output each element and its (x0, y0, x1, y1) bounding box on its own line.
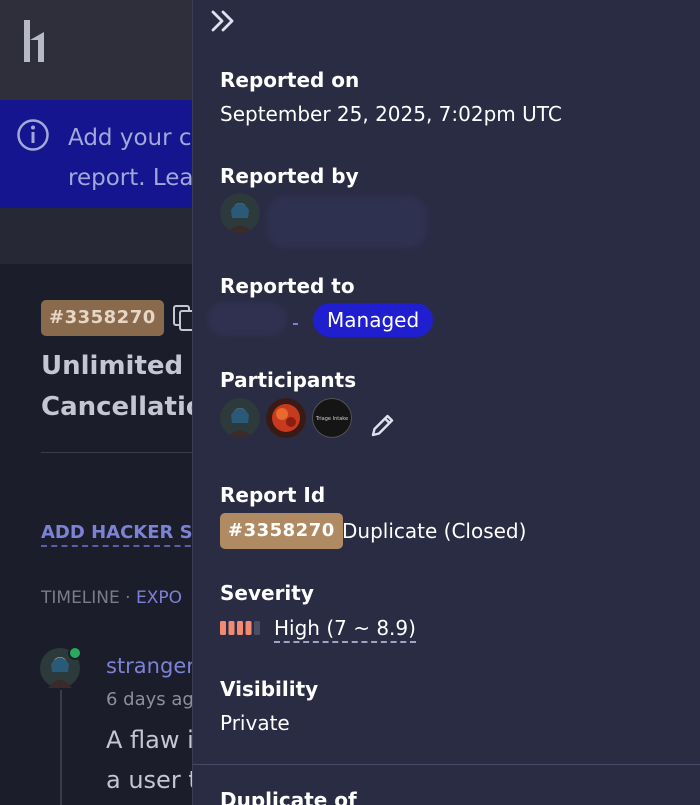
report-id-badge: #3358270 (220, 513, 343, 549)
activity-username[interactable]: stranger (106, 654, 196, 678)
severity-value[interactable]: High (7 ~ 8.9) (274, 616, 416, 643)
reported-by-label: Reported by (220, 164, 359, 188)
report-id-label: Report Id (220, 483, 326, 507)
reporter-avatar[interactable] (220, 193, 260, 233)
user-avatar-icon (220, 398, 260, 438)
user-avatar-icon (266, 398, 306, 438)
tab-separator: · (125, 588, 131, 608)
participant-avatar-1[interactable] (220, 398, 260, 438)
activity-avatar[interactable] (40, 646, 82, 688)
verified-check-icon (68, 646, 82, 660)
activity-time: 6 days ago (106, 689, 196, 710)
redacted-program (207, 302, 287, 336)
user-avatar-icon (220, 193, 260, 233)
severity-segment (254, 621, 260, 635)
collapse-panel-icon[interactable] (209, 8, 239, 34)
severity-label: Severity (220, 581, 314, 605)
managed-badge: Managed (313, 303, 434, 337)
thread-line (60, 690, 62, 805)
info-icon (17, 119, 49, 151)
severity-segment (245, 621, 252, 635)
duplicate-of-label: Duplicate of (220, 788, 357, 805)
report-id-badge: #3358270 (41, 300, 164, 336)
reported-on-label: Reported on (220, 68, 360, 92)
activity-body: A flaw in a user t (106, 726, 196, 794)
report-title: Unlimited A Cancellatio (41, 351, 201, 422)
hackerone-logo-icon[interactable] (22, 18, 52, 64)
severity-segment (237, 621, 243, 635)
panel-divider (193, 764, 700, 765)
divider (41, 452, 201, 453)
visibility-value: Private (220, 711, 290, 735)
edit-participants-icon[interactable] (368, 410, 398, 440)
tab-timeline[interactable]: TIMELINE (41, 588, 120, 608)
triage-avatar-label: Triage Intake (315, 416, 348, 422)
participant-avatar-2[interactable] (266, 398, 306, 438)
severity-segment (228, 621, 235, 635)
severity-segment (220, 621, 226, 635)
redacted-username (267, 196, 427, 248)
timeline-tabs: TIMELINE · EXPO (41, 588, 201, 608)
tab-export[interactable]: EXPO (136, 588, 182, 608)
severity-meter (220, 621, 260, 635)
triage-avatar-icon: Triage Intake (312, 398, 352, 438)
visibility-label: Visibility (220, 677, 319, 701)
participant-avatar-3[interactable]: Triage Intake (312, 398, 352, 438)
reported-to-label: Reported to (220, 274, 355, 298)
report-details-panel: Reported on September 25, 2025, 7:02pm U… (192, 0, 700, 805)
participants-label: Participants (220, 368, 357, 392)
add-hacker-summary-link[interactable]: ADD HACKER SU (41, 522, 201, 547)
program-separator (293, 323, 298, 325)
report-status: Duplicate (Closed) (342, 519, 527, 543)
reported-on-value: September 25, 2025, 7:02pm UTC (220, 102, 562, 126)
